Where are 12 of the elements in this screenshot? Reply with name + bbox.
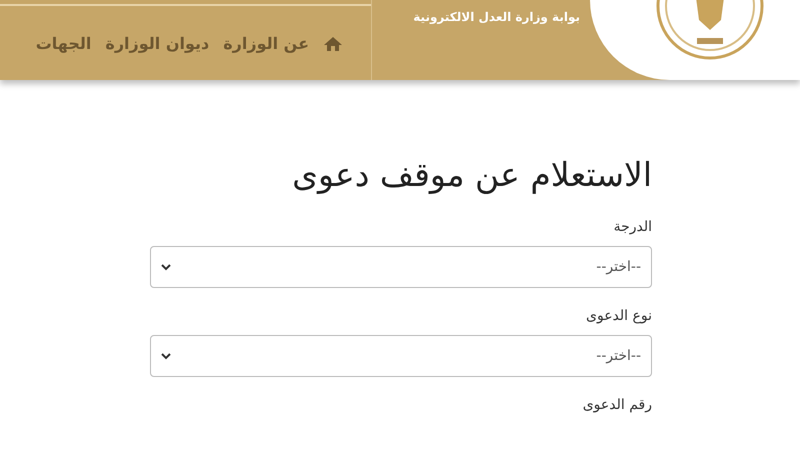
home-icon[interactable] — [323, 36, 343, 52]
dropdown-field[interactable]: --اختر-- — [150, 335, 652, 377]
field-label: نوع الدعوى — [585, 307, 652, 326]
nav-link[interactable]: الجهات — [36, 32, 92, 56]
field-label: رقم الدعوى — [582, 396, 652, 415]
chevron-down-icon — [161, 264, 171, 270]
nav-link[interactable]: عن الوزارة — [223, 32, 309, 56]
chevron-down-icon — [161, 352, 171, 360]
nav-link[interactable]: ديوان الوزارة — [105, 32, 210, 56]
portal-subtitle: بوابة وزارة العدل الالكترونية — [413, 9, 580, 26]
dropdown-field[interactable]: --اختر-- — [150, 246, 652, 288]
field-label: الدرجة — [612, 218, 652, 237]
